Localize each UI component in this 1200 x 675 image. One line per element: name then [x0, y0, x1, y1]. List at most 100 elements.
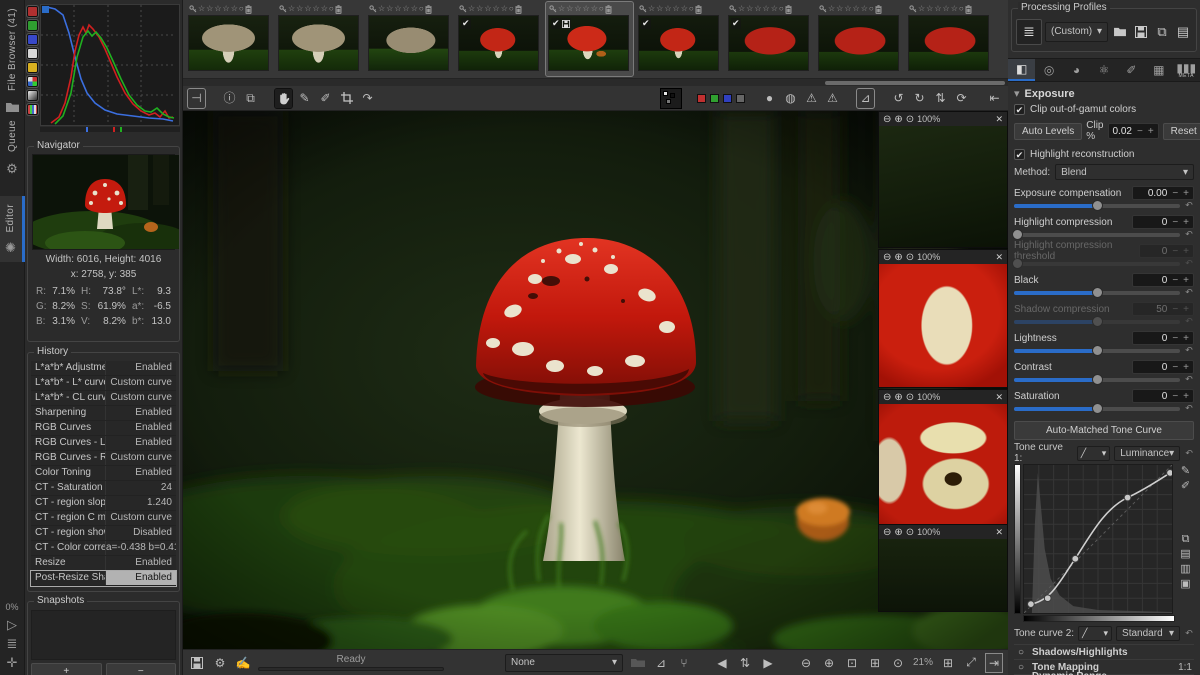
tab-detail[interactable]: ◎ — [1035, 59, 1062, 81]
thumbnail-image[interactable]: ✔ — [638, 15, 719, 71]
trash-icon[interactable] — [695, 4, 702, 14]
star-icon[interactable]: ☆ — [411, 5, 418, 13]
highlight-clipping-button[interactable]: ⚠ — [824, 89, 841, 108]
star-icon[interactable]: ☆ — [198, 5, 205, 13]
clip-spinner[interactable]: 0.02 − + — [1107, 123, 1159, 139]
star-icon[interactable]: ☆ — [861, 5, 868, 13]
slider-track[interactable] — [1012, 228, 1180, 240]
slider-track[interactable] — [1014, 286, 1180, 298]
reset-icon[interactable]: ↶ — [1184, 403, 1194, 414]
detail-window[interactable]: ⊖ ⊕ ⊙ 100% ✕ — [878, 524, 1008, 612]
minus-icon[interactable]: − — [1172, 217, 1178, 228]
reset-icon[interactable]: ↶ — [1184, 345, 1194, 356]
zoom-in-button[interactable]: ⊕ — [821, 654, 837, 672]
star-icon[interactable]: ☆ — [574, 5, 581, 13]
unrank-icon[interactable]: ○ — [689, 5, 694, 13]
thumbnail-image[interactable] — [818, 15, 899, 71]
trash-icon[interactable] — [425, 4, 432, 14]
rotate-right-90-button[interactable]: ↻ — [911, 89, 928, 108]
slider-knob[interactable] — [1012, 228, 1024, 240]
histogram-rgb-toggle[interactable] — [26, 75, 39, 88]
minus-icon[interactable]: − — [1172, 246, 1178, 257]
tab-queue[interactable]: Queue — [7, 120, 18, 155]
crop-tool-button[interactable] — [338, 89, 355, 108]
star-icon[interactable]: ☆ — [313, 5, 320, 13]
color-label-icon[interactable] — [369, 5, 377, 13]
channel-green-toggle[interactable] — [710, 93, 719, 103]
color-label-icon[interactable] — [459, 5, 467, 13]
star-icon[interactable]: ☆ — [501, 5, 508, 13]
color-label-icon[interactable] — [909, 5, 917, 13]
slider-spinner[interactable]: 0− + — [1132, 273, 1194, 287]
tone-curve-editor[interactable]: ✎ ✐ ⧉ ▤ ▥ ▣ — [1014, 464, 1194, 622]
slider-knob[interactable] — [1092, 315, 1103, 327]
slider-track[interactable] — [1014, 199, 1180, 211]
reset-icon[interactable]: ↶ — [1184, 229, 1194, 240]
tab-color[interactable]: ◕ — [1063, 59, 1090, 81]
zoom-fit-button[interactable]: ⊡ — [844, 654, 860, 672]
tone-curve-2-mode-select[interactable]: Standard ▾ — [1116, 625, 1180, 641]
histogram-raw-toggle[interactable] — [26, 103, 39, 116]
histogram-green-toggle[interactable] — [26, 19, 39, 32]
filmstrip-scroll-thumb[interactable] — [825, 81, 1005, 85]
checkbox-checked-icon[interactable]: ✔ — [1014, 103, 1025, 115]
highlight-reconstruction-row[interactable]: ✔ Highlight reconstruction — [1014, 146, 1194, 162]
trash-icon[interactable] — [335, 4, 342, 14]
slider-track[interactable] — [1012, 257, 1180, 269]
detail-view[interactable] — [879, 539, 1007, 611]
copy-curve-icon[interactable]: ⧉ — [1182, 534, 1190, 545]
tab-transform[interactable]: ✐ — [1118, 59, 1145, 81]
star-icon[interactable]: ☆ — [558, 5, 565, 13]
history-row[interactable]: RGB Curves - Red Custom curve — [31, 451, 176, 466]
unrank-icon[interactable]: ○ — [959, 5, 964, 13]
paste-curve-icon[interactable]: ▤ — [1180, 549, 1190, 560]
preview-focus-mask-button[interactable]: ● — [761, 89, 778, 108]
history-row[interactable]: CT - region show ... Disabled — [31, 526, 176, 541]
slider-spinner[interactable]: 0− + — [1132, 389, 1194, 403]
history-row[interactable]: L*a*b* - L* curve Custom curve — [31, 376, 176, 391]
filmstrip-thumbnail[interactable]: ☆ ☆ ☆ ☆ ☆ ○ — [906, 2, 993, 76]
detail-zoom-100-icon[interactable]: ⊙ — [906, 114, 914, 125]
star-icon[interactable]: ☆ — [853, 5, 860, 13]
star-icon[interactable]: ☆ — [566, 5, 573, 13]
star-icon[interactable]: ☆ — [288, 5, 295, 13]
slider-knob[interactable] — [1012, 257, 1024, 269]
star-icon[interactable]: ☆ — [583, 5, 590, 13]
filmstrip-thumbnail[interactable]: ☆ ☆ ☆ ☆ ☆ ○ ✔ — [726, 2, 813, 76]
detail-view[interactable] — [879, 264, 1007, 387]
plus-icon[interactable]: + — [1183, 304, 1189, 315]
reset-icon[interactable]: ↶ — [1184, 200, 1194, 211]
show-curve-indicator-button[interactable]: ⊿ — [856, 87, 875, 109]
reset-icon[interactable]: ↶ — [1184, 374, 1194, 385]
filmstrip-scrollbar[interactable] — [183, 78, 1008, 86]
queue-add-button[interactable]: ⚙ — [212, 654, 228, 672]
info-button[interactable]: ⓘ — [221, 89, 238, 108]
checkbox-checked-icon[interactable]: ✔ — [1014, 148, 1025, 160]
move-icon[interactable]: ✛ — [7, 656, 18, 669]
channel-blue-toggle[interactable] — [723, 93, 732, 103]
tab-exposure[interactable]: ◧ — [1008, 59, 1036, 81]
minus-icon[interactable]: − — [1137, 126, 1143, 137]
reset-icon[interactable]: ↶ — [1184, 448, 1194, 459]
star-icon[interactable]: ☆ — [378, 5, 385, 13]
filmstrip-thumbnail[interactable]: ☆ ☆ ☆ ☆ ☆ ○ ✔ — [545, 1, 634, 77]
plus-icon[interactable]: + — [1183, 391, 1189, 402]
trash-icon[interactable] — [965, 4, 972, 14]
detail-zoom-100-icon[interactable]: ⊙ — [906, 252, 914, 263]
detail-zoom-in-icon[interactable]: ⊕ — [894, 252, 902, 263]
star-icon[interactable]: ☆ — [321, 5, 328, 13]
slider-highlight-compression[interactable]: Highlight compression 0− + ↶ — [1012, 215, 1194, 240]
detail-zoom-in-icon[interactable]: ⊕ — [894, 392, 902, 403]
circle-icon[interactable]: ○ — [1016, 662, 1026, 673]
star-icon[interactable]: ☆ — [206, 5, 213, 13]
slider-contrast[interactable]: Contrast 0− + ↶ — [1014, 360, 1194, 385]
background-color-selector[interactable] — [660, 87, 682, 109]
star-icon[interactable]: ☆ — [231, 5, 238, 13]
white-balance-picker-button[interactable]: ✎ — [296, 89, 313, 108]
detail-view[interactable] — [879, 404, 1007, 525]
tab-metadata[interactable]: ▮▮▮ META — [1173, 59, 1200, 81]
rotate-left-90-button[interactable]: ↺ — [890, 89, 907, 108]
minus-icon[interactable]: − — [1172, 304, 1178, 315]
detail-window[interactable]: ⊖ ⊕ ⊙ 100% ✕ — [878, 389, 1008, 526]
show-clipped-button[interactable]: ⧉ — [242, 89, 259, 108]
